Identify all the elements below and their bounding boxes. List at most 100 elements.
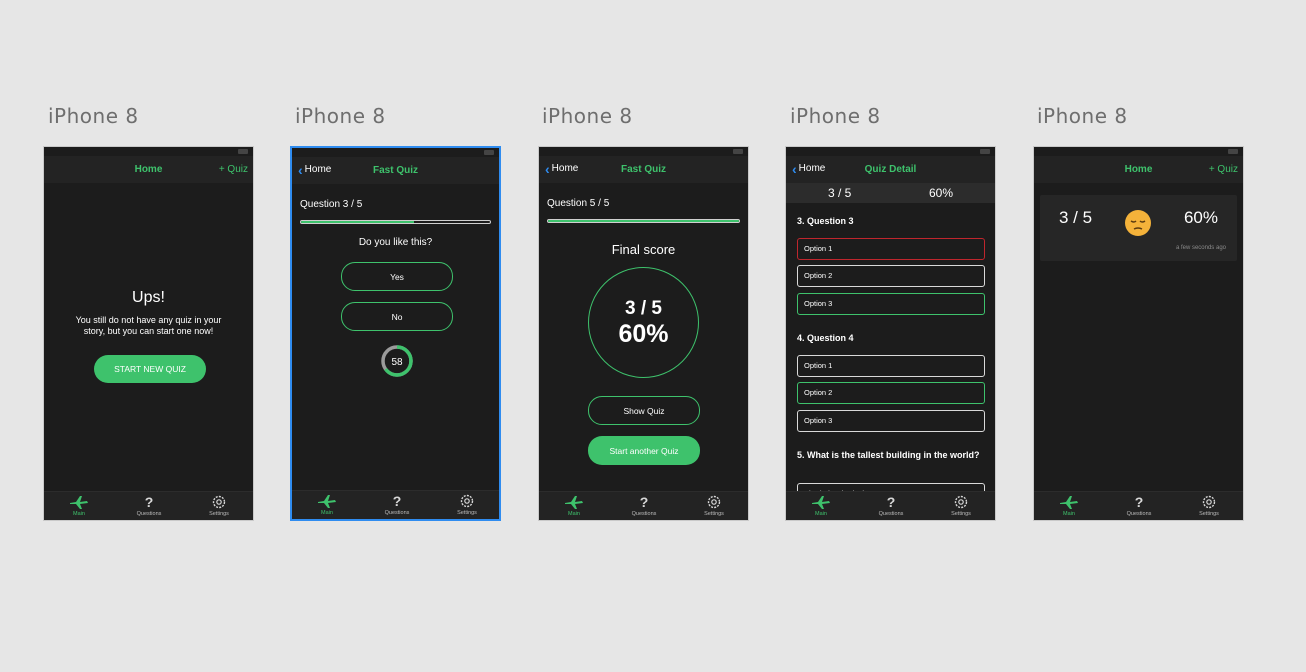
status-bar (1034, 147, 1243, 156)
tab-questions[interactable]: ? Questions (1114, 494, 1164, 517)
tab-bar: Main ? Questions Settings (44, 491, 253, 520)
device-label: iPhone 8 (48, 104, 139, 128)
option-correct: Option 3 (797, 293, 985, 315)
plane-icon (302, 493, 352, 509)
tab-questions[interactable]: ? Questions (124, 494, 174, 517)
option: Option 2 (797, 265, 985, 287)
device-label: iPhone 8 (790, 104, 881, 128)
tab-label: Main (1063, 511, 1075, 517)
score-percent: 60% (1183, 208, 1218, 227)
status-bar (786, 147, 995, 156)
tab-label: Settings (704, 511, 724, 517)
tab-label: Questions (878, 511, 904, 517)
show-quiz-button[interactable]: Show Quiz (588, 396, 700, 425)
tab-bar: Main ? Questions Settings (1034, 491, 1243, 520)
phone-screen-quiz-detail: ‹ Home Quiz Detail 3 / 5 60% 3. Question … (785, 146, 996, 521)
device-label: iPhone 8 (542, 104, 633, 128)
score-fraction: 3 / 5 (1059, 208, 1093, 227)
start-new-quiz-button[interactable]: START NEW QUIZ (94, 355, 206, 383)
plane-icon (54, 494, 104, 510)
tab-main[interactable]: Main (302, 493, 352, 516)
score-percent: 60% (618, 320, 669, 348)
tab-bar: Main ? Questions Settings (539, 491, 748, 520)
progress-fill (548, 220, 739, 222)
tab-label: Questions (631, 511, 657, 517)
question-heading: 3. Question 3 (797, 216, 854, 226)
plane-icon (549, 494, 599, 510)
question-mark-icon: ? (886, 494, 896, 510)
score-circle: 3 / 5 60% (588, 267, 699, 378)
option: Option 1 (797, 355, 985, 377)
quiz-progress-bar (547, 219, 740, 223)
question-heading: 4. Question 4 (797, 333, 854, 343)
result-timestamp: a few seconds ago (1175, 245, 1226, 251)
tab-questions[interactable]: ? Questions (866, 494, 916, 517)
nav-title: Quiz Detail (864, 164, 917, 175)
tab-label: Main (73, 511, 85, 517)
quiz-result-card[interactable]: 3 / 5 60% a few seconds ago (1040, 195, 1237, 261)
timer-value: 58 (391, 357, 403, 368)
tab-main[interactable]: Main (54, 494, 104, 517)
question-counter: Question 5 / 5 (547, 198, 610, 209)
tab-bar: Main ? Questions Settings (292, 490, 499, 519)
phone-screen-final-score: ‹ Home Fast Quiz Question 5 / 5 Final sco… (538, 146, 749, 521)
tab-label: Settings (209, 511, 229, 517)
tab-label: Settings (1199, 511, 1219, 517)
gear-icon (1184, 494, 1234, 510)
tab-label: Questions (136, 511, 162, 517)
score-percent: 60% (929, 186, 954, 200)
tab-main[interactable]: Main (549, 494, 599, 517)
tab-main[interactable]: Main (796, 494, 846, 517)
gear-icon (194, 494, 244, 510)
tab-main[interactable]: Main (1044, 494, 1094, 517)
plane-icon (1044, 494, 1094, 510)
final-score-label: Final score (611, 242, 676, 257)
option-correct: Option 2 (797, 382, 985, 404)
empty-message: You still do not have any quiz in your s… (75, 315, 222, 336)
tab-label: Main (815, 511, 827, 517)
gear-icon (936, 494, 986, 510)
nav-title: Fast Quiz (372, 165, 418, 176)
phone-screen-fast-quiz: ‹ Home Fast Quiz Question 3 / 5 Do you li… (290, 146, 501, 521)
nav-bar: Home + Quiz (44, 156, 253, 183)
tab-settings[interactable]: Settings (689, 494, 739, 517)
tab-label: Main (568, 511, 580, 517)
phone-screen-home-history: Home + Quiz 3 / 5 60% a few seconds ago … (1033, 146, 1244, 521)
tab-settings[interactable]: Settings (442, 493, 492, 516)
question-counter: Question 3 / 5 (300, 199, 363, 210)
tab-label: Questions (1126, 511, 1152, 517)
question-mark-icon: ? (639, 494, 649, 510)
nav-bar: ‹ Home Fast Quiz (292, 157, 499, 184)
countdown-timer: 58 (381, 345, 413, 382)
nav-bar: Home + Quiz (1034, 156, 1243, 183)
plane-icon (796, 494, 846, 510)
nav-bar: ‹ Home Quiz Detail (786, 156, 995, 183)
question-text: Do you like this? (358, 237, 433, 248)
device-label: iPhone 8 (295, 104, 386, 128)
status-bar (539, 147, 748, 156)
tab-questions[interactable]: ? Questions (372, 493, 422, 516)
quiz-progress-bar (300, 220, 491, 224)
question-mark-icon: ? (144, 494, 154, 510)
tab-label: Settings (951, 511, 971, 517)
question-heading: 5. What is the tallest building in the w… (797, 450, 980, 460)
tab-questions[interactable]: ? Questions (619, 494, 669, 517)
score-fraction: 3 / 5 (625, 298, 662, 319)
start-another-quiz-button[interactable]: Start another Quiz (588, 436, 700, 465)
answer-no-button[interactable]: No (341, 302, 453, 331)
tab-bar: Main ? Questions Settings (786, 491, 995, 520)
answer-yes-button[interactable]: Yes (341, 262, 453, 291)
question-mark-icon: ? (1134, 494, 1144, 510)
gear-icon (689, 494, 739, 510)
tab-settings[interactable]: Settings (194, 494, 244, 517)
tab-label: Settings (457, 510, 477, 516)
tab-settings[interactable]: Settings (1184, 494, 1234, 517)
add-quiz-button[interactable]: + Quiz (1209, 164, 1238, 175)
add-quiz-button[interactable]: + Quiz (219, 164, 248, 175)
phone-screen-home-empty: Home + Quiz Ups! You still do not have a… (43, 146, 254, 521)
pensive-face-icon (1124, 209, 1152, 242)
tab-settings[interactable]: Settings (936, 494, 986, 517)
score-summary-bar: 3 / 5 60% (786, 183, 995, 203)
question-mark-icon: ? (392, 493, 402, 509)
device-label: iPhone 8 (1037, 104, 1128, 128)
